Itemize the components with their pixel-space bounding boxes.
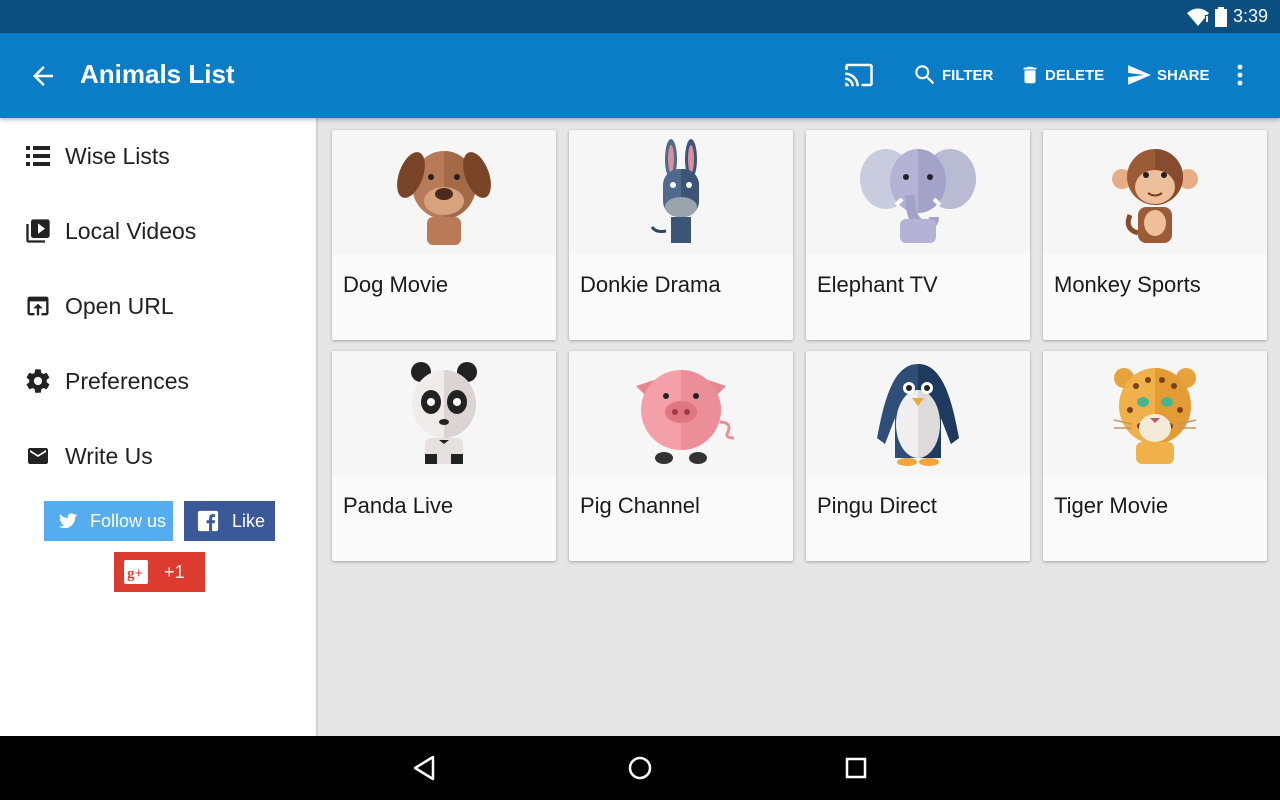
search-icon bbox=[915, 65, 935, 85]
card-thumbnail bbox=[569, 130, 793, 254]
twitter-follow-button[interactable]: Follow us bbox=[44, 501, 173, 541]
card-tiger-movie[interactable]: Tiger Movie bbox=[1043, 351, 1267, 561]
navigation-drawer: Wise Lists Local Videos Open URL Prefere… bbox=[0, 118, 318, 736]
nav-item-preferences[interactable]: Preferences bbox=[0, 351, 316, 411]
twitter-label: Follow us bbox=[90, 510, 167, 531]
card-thumbnail bbox=[1043, 130, 1267, 254]
nav-item-open-url[interactable]: Open URL bbox=[0, 276, 316, 336]
google-plus-label: +1 bbox=[164, 561, 185, 582]
clock: 3:39 bbox=[1232, 6, 1268, 26]
card-title: Panda Live bbox=[343, 493, 454, 518]
card-title: Elephant TV bbox=[817, 272, 938, 297]
cast-icon bbox=[845, 63, 873, 87]
card-title: Donkie Drama bbox=[580, 272, 721, 297]
card-thumbnail bbox=[806, 351, 1030, 475]
google-plus-icon: g+ bbox=[124, 560, 148, 584]
tiger-icon bbox=[1113, 368, 1197, 464]
card-title: Pig Channel bbox=[580, 493, 700, 518]
nav-recents-icon[interactable] bbox=[841, 753, 871, 783]
filter-label: FILTER bbox=[942, 66, 994, 84]
gear-icon bbox=[24, 367, 52, 395]
cast-button[interactable] bbox=[842, 59, 876, 91]
card-monkey-sports[interactable]: Monkey Sports bbox=[1043, 130, 1267, 340]
nav-item-write-us[interactable]: Write Us bbox=[0, 426, 316, 486]
card-elephant-tv[interactable]: Elephant TV bbox=[806, 130, 1030, 340]
donkey-icon bbox=[650, 139, 699, 243]
send-icon bbox=[1128, 65, 1151, 85]
card-dog-movie[interactable]: Dog Movie bbox=[332, 130, 556, 340]
delete-button[interactable]: DELETE bbox=[1019, 59, 1104, 91]
twitter-icon bbox=[56, 509, 80, 533]
delete-label: DELETE bbox=[1045, 66, 1105, 84]
list-icon bbox=[24, 142, 52, 170]
card-title: Tiger Movie bbox=[1054, 493, 1169, 518]
nav-item-label: Wise Lists bbox=[65, 142, 170, 169]
battery-icon bbox=[1214, 6, 1227, 27]
panda-icon bbox=[411, 362, 477, 464]
more-vert-icon bbox=[1237, 64, 1243, 86]
card-title: Pingu Direct bbox=[817, 493, 937, 518]
svg-text:g+: g+ bbox=[127, 566, 143, 582]
card-pingu-direct[interactable]: Pingu Direct bbox=[806, 351, 1030, 561]
facebook-label: Like bbox=[232, 510, 266, 531]
nav-home-icon[interactable] bbox=[625, 753, 655, 783]
trash-icon bbox=[1023, 66, 1037, 84]
card-thumbnail bbox=[1043, 351, 1267, 475]
filter-button[interactable]: FILTER bbox=[912, 59, 993, 91]
video-library-icon bbox=[24, 217, 52, 245]
back-arrow-icon[interactable] bbox=[28, 61, 58, 91]
overflow-menu-button[interactable] bbox=[1228, 59, 1252, 91]
nav-item-label: Local Videos bbox=[65, 217, 197, 244]
nav-item-local-videos[interactable]: Local Videos bbox=[0, 201, 316, 261]
pig-icon bbox=[636, 370, 735, 464]
mail-icon bbox=[24, 442, 52, 470]
status-bar: 3:39 bbox=[0, 0, 1280, 33]
card-thumbnail bbox=[332, 351, 556, 475]
dog-icon bbox=[397, 151, 491, 245]
penguin-icon bbox=[877, 364, 959, 466]
google-plus-one-button[interactable]: g+ +1 bbox=[114, 552, 205, 592]
card-thumbnail bbox=[332, 130, 556, 254]
nav-item-label: Preferences bbox=[65, 367, 190, 394]
card-donkie-drama[interactable]: Donkie Drama bbox=[569, 130, 793, 340]
wifi-icon bbox=[1186, 8, 1209, 26]
card-thumbnail bbox=[806, 130, 1030, 254]
nav-item-wise-lists[interactable]: Wise Lists bbox=[0, 126, 316, 186]
card-panda-live[interactable]: Panda Live bbox=[332, 351, 556, 561]
nav-item-label: Write Us bbox=[65, 442, 153, 469]
share-button[interactable]: SHARE bbox=[1125, 59, 1210, 91]
card-title: Monkey Sports bbox=[1054, 272, 1201, 297]
share-label: SHARE bbox=[1157, 66, 1210, 84]
card-thumbnail bbox=[569, 351, 793, 475]
page-title: Animals List bbox=[80, 59, 235, 89]
app-bar: Animals List FILTER DELETE SHARE bbox=[0, 33, 1280, 118]
facebook-icon bbox=[196, 509, 220, 533]
elephant-icon bbox=[860, 149, 976, 243]
card-title: Dog Movie bbox=[343, 272, 449, 297]
open-in-browser-icon bbox=[24, 292, 52, 320]
nav-item-label: Open URL bbox=[65, 292, 174, 319]
system-navigation-bar bbox=[0, 736, 1280, 800]
card-pig-channel[interactable]: Pig Channel bbox=[569, 351, 793, 561]
monkey-icon bbox=[1112, 149, 1198, 243]
facebook-like-button[interactable]: Like bbox=[184, 501, 275, 541]
nav-back-icon[interactable] bbox=[409, 753, 439, 783]
